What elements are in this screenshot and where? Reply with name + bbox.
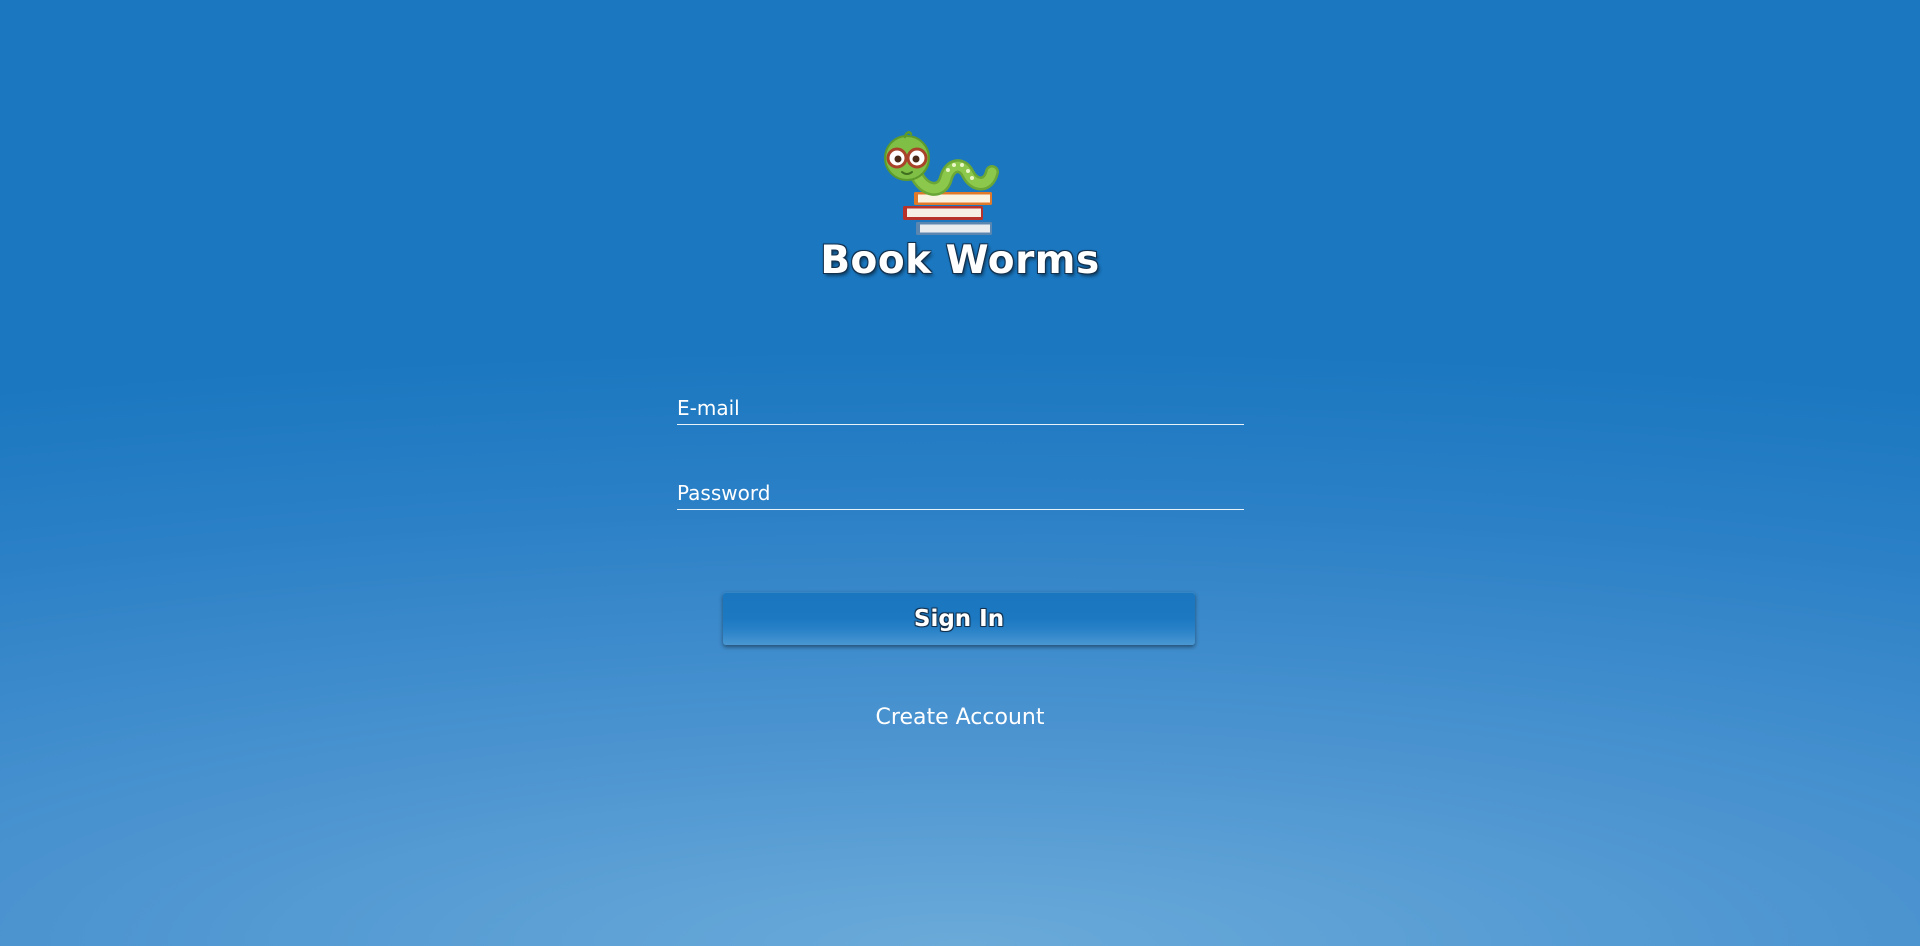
password-field-container: [677, 477, 1244, 510]
sign-in-button[interactable]: Sign In: [723, 592, 1195, 645]
create-account-link[interactable]: Create Account: [876, 705, 1045, 730]
book-stack-icon: [903, 192, 992, 235]
create-account-row: Create Account: [0, 705, 1920, 730]
email-input[interactable]: [677, 392, 1244, 424]
email-field-container: [677, 392, 1244, 425]
bookworm-logo-icon: [880, 128, 1020, 246]
password-input[interactable]: [677, 477, 1244, 509]
app-title: Book Worms: [820, 238, 1100, 283]
worm-icon: [884, 131, 999, 196]
